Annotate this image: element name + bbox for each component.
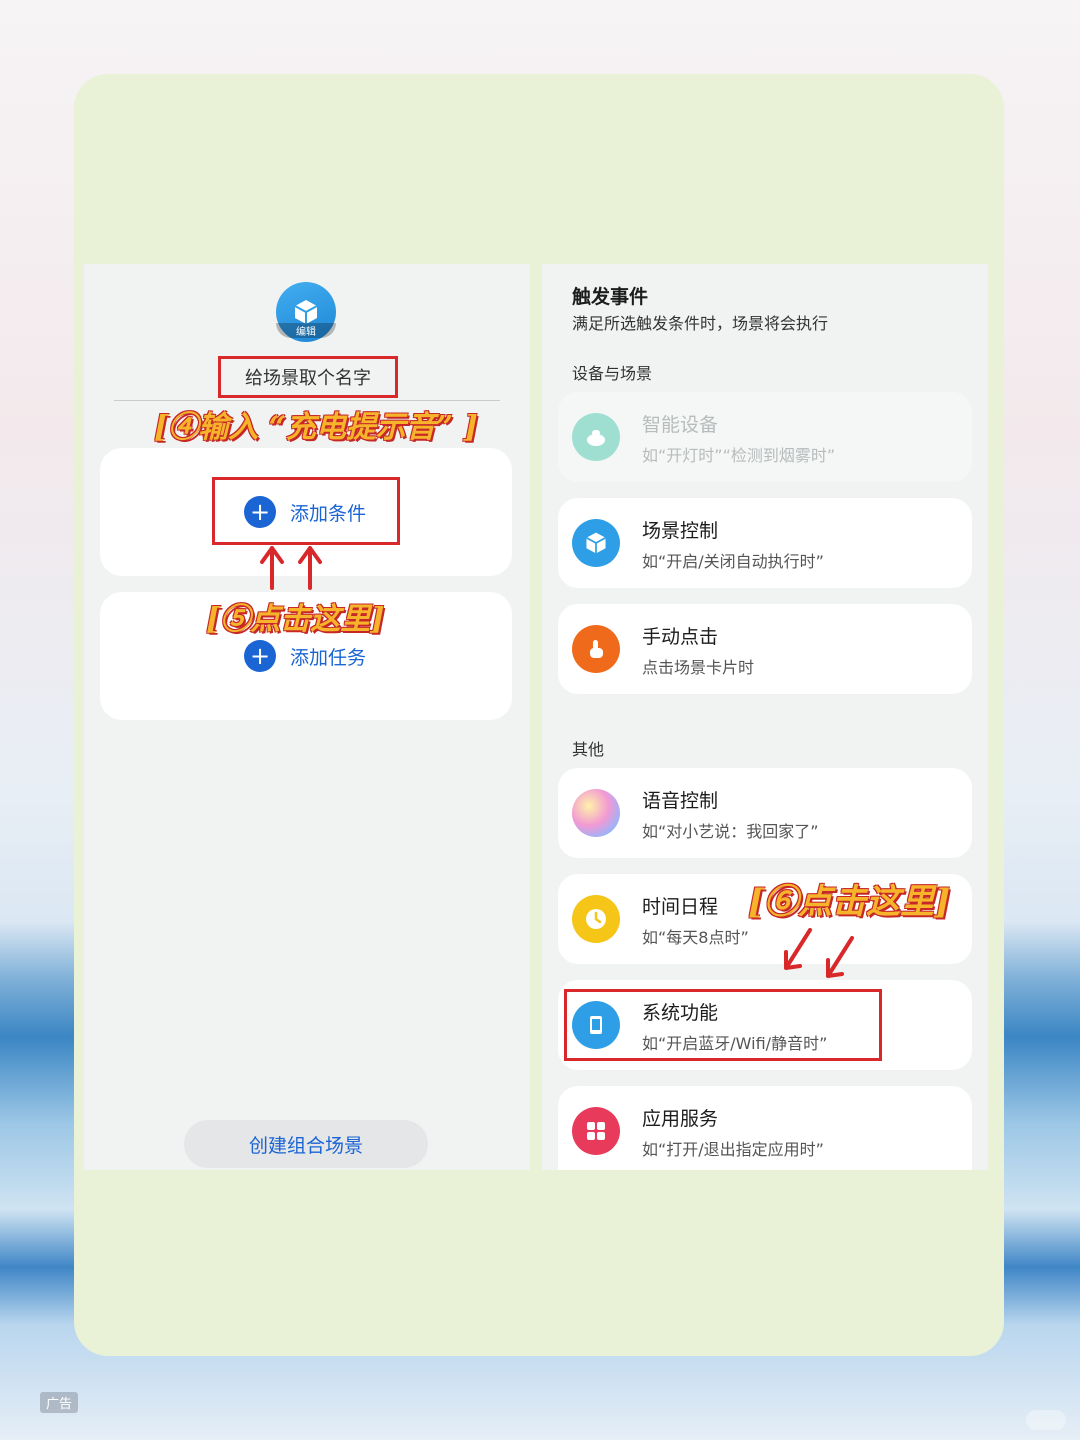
arrow-up-icon <box>298 546 322 590</box>
item-desc: 如“打开/退出指定应用时” <box>642 1140 824 1159</box>
trigger-item-scene-control[interactable]: 场景控制 如“开启/关闭自动执行时” <box>558 498 972 588</box>
watermark-logo <box>1026 1410 1066 1430</box>
item-title: 时间日程 <box>642 896 719 918</box>
arrow-down-left-icon <box>784 928 812 970</box>
scene-edit-icon[interactable]: 编辑 <box>276 282 336 342</box>
item-title: 场景控制 <box>642 520 719 542</box>
trigger-item-app-service[interactable]: 应用服务 如“打开/退出指定应用时” <box>558 1086 972 1170</box>
arrow-down-left-icon <box>826 936 854 978</box>
create-combo-scene-button[interactable]: 创建组合场景 <box>184 1120 428 1168</box>
highlight-box-system-function <box>564 989 882 1061</box>
item-desc: 如“开启/关闭自动执行时” <box>642 552 824 571</box>
panel-title: 触发事件 <box>572 286 649 308</box>
item-desc: 如“对小艺说：我回家了” <box>642 822 819 841</box>
voice-orb-icon <box>572 789 620 837</box>
trigger-item-smart-device[interactable]: 智能设备 如“开灯时”“检测到烟雾时” <box>558 392 972 482</box>
add-condition-label: 添加条件 <box>290 502 367 525</box>
item-desc: 如“每天8点时” <box>642 928 749 947</box>
tap-hand-icon <box>572 625 620 673</box>
cube-icon <box>572 519 620 567</box>
annotation-step6: [⑥点击这里] <box>748 882 951 922</box>
add-task-label: 添加任务 <box>290 646 367 669</box>
scene-name-input[interactable]: 给场景取个名字 <box>218 356 398 398</box>
section-header-other: 其他 <box>572 740 605 759</box>
add-task-button[interactable]: + 添加任务 <box>244 640 366 672</box>
arrow-up-icon <box>260 546 284 590</box>
annotation-step4: [④输入 “充电提示音” ] <box>154 410 478 445</box>
item-title: 语音控制 <box>642 790 719 812</box>
plus-icon: + <box>244 640 276 672</box>
annotation-step5: [⑤点击这里] <box>206 602 385 637</box>
robot-vacuum-icon <box>572 413 620 461</box>
item-title: 应用服务 <box>642 1108 719 1130</box>
apps-grid-icon <box>572 1107 620 1155</box>
ad-badge: 广告 <box>40 1392 79 1413</box>
trigger-item-manual-tap[interactable]: 手动点击 点击场景卡片时 <box>558 604 972 694</box>
panel-subtitle: 满足所选触发条件时，场景将会执行 <box>572 314 829 333</box>
trigger-item-voice-control[interactable]: 语音控制 如“对小艺说：我回家了” <box>558 768 972 858</box>
clock-icon <box>572 895 620 943</box>
item-desc: 点击场景卡片时 <box>642 658 755 677</box>
item-title: 手动点击 <box>642 626 719 648</box>
plus-icon: + <box>244 496 276 528</box>
input-underline <box>114 400 500 401</box>
item-desc: 如“开灯时”“检测到烟雾时” <box>642 446 836 465</box>
add-condition-button[interactable]: + 添加条件 <box>244 496 366 528</box>
item-title: 智能设备 <box>642 414 719 436</box>
edit-badge: 编辑 <box>276 323 336 338</box>
section-header-devices: 设备与场景 <box>572 364 653 383</box>
